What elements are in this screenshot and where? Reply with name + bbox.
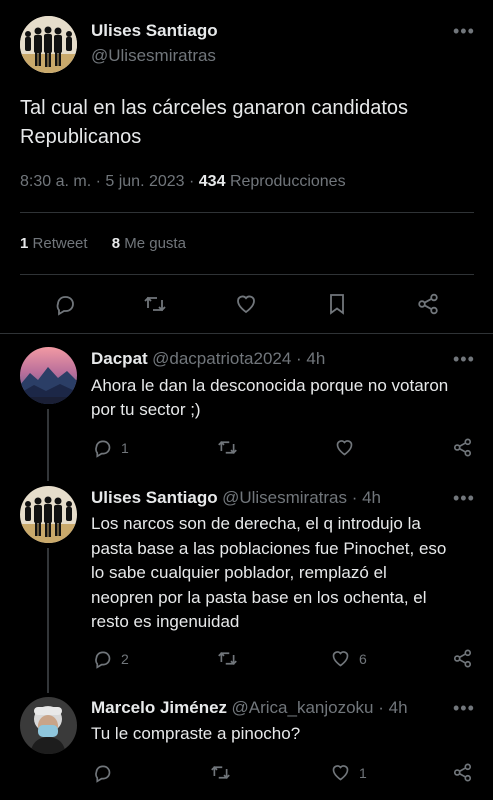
reply-text-line: Los narcos son de derecha, el q introduj… bbox=[91, 514, 421, 533]
tweet-meta: 8:30 a. m. · 5 jun. 2023 · 434 Reproducc… bbox=[20, 173, 346, 191]
reply-text-line: resto es ingenuidad bbox=[91, 612, 240, 631]
reply-text-line: lo sabe cualquier poblador, remplazó el bbox=[91, 563, 387, 582]
reply-icon[interactable] bbox=[92, 648, 113, 669]
likes-stat[interactable]: 8 Me gusta bbox=[112, 235, 186, 252]
heart-icon[interactable] bbox=[334, 437, 355, 458]
reply-author-name[interactable]: Marcelo Jiménez bbox=[91, 698, 227, 717]
bookmark-icon[interactable] bbox=[325, 292, 349, 316]
retweet-icon[interactable] bbox=[143, 292, 167, 316]
reply-text-line: pasta base a las poblaciones fue Pinoche… bbox=[91, 539, 447, 558]
main-avatar[interactable] bbox=[20, 16, 77, 73]
reply-handle-time[interactable]: @Ulisesmiratras · 4h bbox=[222, 488, 381, 507]
thread-line bbox=[47, 548, 49, 693]
heart-icon[interactable] bbox=[234, 292, 258, 316]
reply-avatar[interactable] bbox=[20, 347, 77, 404]
retweet-icon[interactable] bbox=[217, 437, 238, 458]
share-icon[interactable] bbox=[452, 648, 473, 669]
retweet-icon[interactable] bbox=[210, 762, 231, 783]
more-dots-icon[interactable]: ••• bbox=[453, 350, 475, 368]
engagement-stats: 1 Retweet 8 Me gusta bbox=[20, 235, 186, 252]
landscape-avatar-image bbox=[20, 347, 77, 404]
views-count: 434 bbox=[198, 173, 226, 190]
reply-author-name[interactable]: Dacpat bbox=[91, 349, 148, 368]
reply-text-line: Ahora le dan la desconocida porque no vo… bbox=[91, 376, 449, 395]
reply-handle-time[interactable]: @dacpatriota2024 · 4h bbox=[152, 349, 325, 368]
reply-header: Marcelo Jiménez @Arica_kanjozoku · 4h bbox=[91, 698, 408, 718]
reply-count: 1 bbox=[121, 440, 129, 456]
reply-avatar[interactable] bbox=[20, 486, 77, 543]
reply-avatar[interactable] bbox=[20, 697, 77, 754]
reply-text-line: neopren por la pasta base en los ochenta… bbox=[91, 588, 427, 607]
divider bbox=[0, 333, 493, 334]
reply-handle-time[interactable]: @Arica_kanjozoku · 4h bbox=[232, 698, 408, 717]
more-dots-icon[interactable]: ••• bbox=[453, 489, 475, 507]
reply-text-line: Tu le compraste a pinocho? bbox=[91, 724, 301, 743]
more-dots-icon[interactable]: ••• bbox=[453, 699, 475, 717]
divider bbox=[20, 212, 474, 213]
reply-header: Ulises Santiago @Ulisesmiratras · 4h bbox=[91, 488, 381, 508]
reply-icon[interactable] bbox=[92, 762, 113, 783]
tweet-time[interactable]: 8:30 a. m. · 5 jun. 2023 · bbox=[20, 173, 194, 190]
likes-count: 8 bbox=[111, 235, 121, 252]
main-author-name[interactable]: Ulises Santiago bbox=[91, 21, 218, 41]
person-avatar-image bbox=[20, 697, 77, 754]
reply-icon[interactable] bbox=[53, 292, 77, 316]
likes-label: Me gusta bbox=[124, 235, 186, 252]
more-dots-icon[interactable]: ••• bbox=[453, 22, 475, 40]
reply-text-line: por tu sector ;) bbox=[91, 400, 201, 419]
reply-author-name[interactable]: Ulises Santiago bbox=[91, 488, 218, 507]
avatar-image bbox=[20, 486, 77, 543]
reply-header: Dacpat @dacpatriota2024 · 4h bbox=[91, 349, 325, 369]
avatar-image bbox=[20, 16, 77, 73]
heart-icon[interactable] bbox=[330, 648, 351, 669]
like-count: 1 bbox=[359, 765, 367, 781]
main-tweet-text-line2: Republicanos bbox=[20, 126, 142, 148]
main-tweet-text-line1: Tal cual en las cárceles ganaron candida… bbox=[20, 97, 409, 119]
share-icon[interactable] bbox=[452, 437, 473, 458]
retweets-label: Retweet bbox=[32, 235, 88, 252]
retweet-icon[interactable] bbox=[217, 648, 238, 669]
retweets-stat[interactable]: 1 Retweet bbox=[20, 235, 92, 252]
retweets-count: 1 bbox=[20, 235, 29, 252]
like-count: 6 bbox=[359, 651, 367, 667]
main-author-handle[interactable]: @Ulisesmiratras bbox=[91, 46, 216, 66]
share-icon[interactable] bbox=[452, 762, 473, 783]
reply-icon[interactable] bbox=[92, 437, 113, 458]
thread-line bbox=[47, 409, 49, 481]
reply-count: 2 bbox=[121, 651, 129, 667]
share-icon[interactable] bbox=[416, 292, 440, 316]
heart-icon[interactable] bbox=[330, 762, 351, 783]
divider bbox=[20, 274, 474, 275]
views-label: Reproducciones bbox=[229, 173, 346, 190]
